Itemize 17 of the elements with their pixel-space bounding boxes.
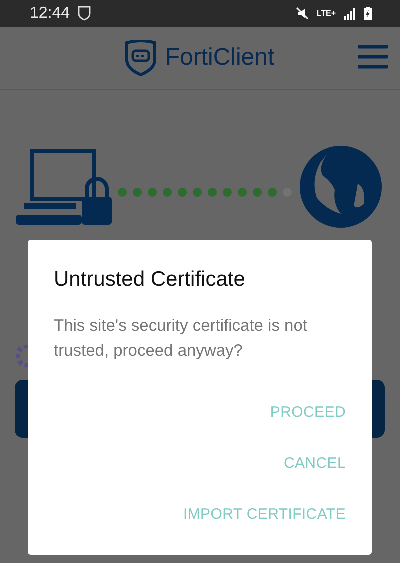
globe-icon — [298, 144, 384, 230]
computer-lock-icon — [16, 147, 112, 227]
network-type: LTE+ — [316, 10, 336, 18]
app-logo-text: FortiClient — [165, 44, 275, 72]
signal-icon — [344, 8, 356, 20]
dialog-action-button[interactable]: CANCEL — [284, 445, 346, 482]
dialog-message: This site's security certificate is not trusted, proceed anyway? — [54, 316, 308, 362]
menu-icon[interactable] — [358, 45, 388, 69]
dialog-action-button[interactable]: PROCEED — [270, 394, 346, 431]
status-time: 12:44 — [30, 4, 70, 22]
shield-logo-icon — [125, 40, 158, 76]
shield-notification-icon — [78, 6, 92, 21]
dialog-action-button[interactable]: IMPORT CERTIFICATE — [183, 496, 346, 533]
dialog-title: Untrusted Certificate — [54, 268, 246, 292]
battery-icon — [364, 7, 372, 20]
mute-icon — [296, 7, 309, 20]
gear-icon — [16, 345, 28, 367]
